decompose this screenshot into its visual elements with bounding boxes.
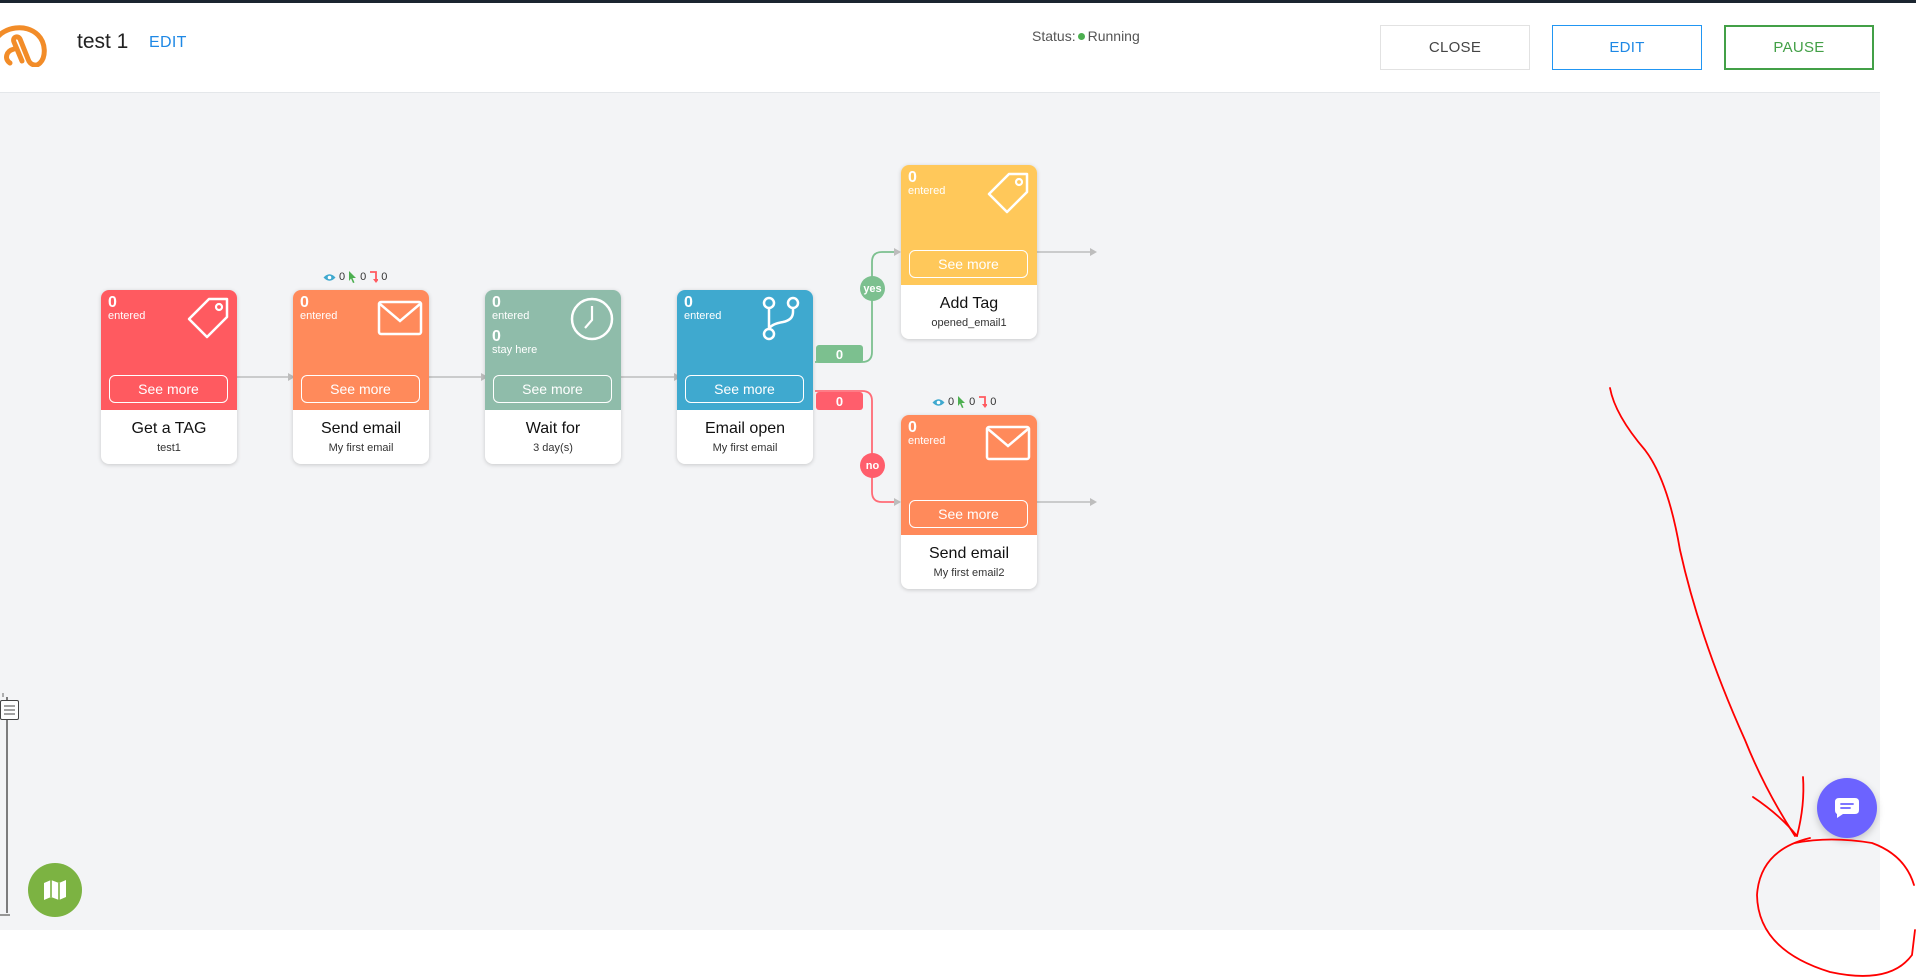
node-title: Wait for — [525, 420, 581, 437]
see-more-button[interactable]: See more — [493, 375, 612, 403]
status-value: Running — [1087, 28, 1140, 44]
node-header: 0 entered See more — [101, 290, 237, 410]
bounce-icon — [979, 396, 988, 408]
node-add-tag[interactable]: 0 entered See more Add Tag opened_email1 — [901, 165, 1037, 339]
node-subtitle: 3 day(s) — [533, 442, 573, 454]
zoom-slider-handle[interactable] — [0, 700, 19, 720]
pause-button[interactable]: PAUSE — [1724, 25, 1874, 70]
envelope-icon — [377, 300, 423, 336]
eye-icon — [932, 398, 945, 406]
node-header: 0 entered See more — [901, 415, 1037, 535]
zoom-slider-track[interactable] — [0, 693, 12, 918]
entered-count: 0 — [108, 294, 117, 311]
status-dot — [1077, 33, 1085, 41]
node-wait-for[interactable]: 0 entered 0 stay here See more Wait for … — [485, 290, 621, 464]
entered-label: entered — [492, 310, 530, 322]
yes-branch-label: yes — [860, 276, 885, 301]
node-title: Get a TAG — [131, 420, 207, 437]
entered-count: 0 — [492, 294, 501, 311]
bounces-count: 0 — [381, 271, 388, 283]
tag-icon — [187, 297, 229, 339]
email-stats: 0 0 0 — [932, 396, 996, 408]
entered-label: entered — [908, 435, 946, 447]
bounces-count: 0 — [990, 396, 997, 408]
entered-label: entered — [684, 310, 722, 322]
node-subtitle: My first email2 — [933, 567, 1005, 579]
branch-icon — [762, 296, 800, 341]
node-header: 0 entered See more — [293, 290, 429, 410]
stay-label: stay here — [492, 344, 538, 356]
status-indicator: Status: Running — [1032, 28, 1140, 44]
envelope-icon — [985, 425, 1031, 461]
node-send-email-2[interactable]: 0 entered See more Send email My first e… — [901, 415, 1037, 589]
entered-label: entered — [908, 185, 946, 197]
node-get-a-tag[interactable]: 0 entered See more Get a TAG test1 — [101, 290, 237, 464]
eye-icon — [323, 273, 336, 281]
opens-count: 0 — [339, 271, 346, 283]
node-title: Add Tag — [939, 295, 999, 312]
clock-icon — [570, 297, 614, 341]
stay-count: 0 — [492, 328, 501, 345]
node-subtitle: My first email — [328, 442, 394, 454]
node-header: 0 entered See more — [901, 165, 1037, 285]
node-header: 0 entered See more — [677, 290, 813, 410]
chat-icon — [1835, 798, 1859, 818]
no-branch-count: 0 — [816, 392, 863, 410]
see-more-button[interactable]: See more — [109, 375, 228, 403]
yes-branch-count: 0 — [816, 345, 863, 363]
bounce-icon — [370, 271, 379, 283]
node-title: Email open — [704, 420, 786, 437]
no-branch-label: no — [860, 453, 885, 478]
entered-count: 0 — [684, 294, 693, 311]
slider-grip-icon — [4, 705, 15, 715]
entered-count: 0 — [300, 294, 309, 311]
node-subtitle: test1 — [157, 442, 181, 454]
node-subtitle: opened_email1 — [931, 317, 1007, 329]
entered-label: entered — [300, 310, 338, 322]
node-title: Send email — [320, 420, 402, 437]
map-button[interactable] — [28, 863, 82, 917]
entered-count: 0 — [908, 169, 917, 186]
close-button[interactable]: CLOSE — [1380, 25, 1530, 70]
see-more-button[interactable]: See more — [909, 500, 1028, 528]
edit-button[interactable]: EDIT — [1552, 25, 1702, 70]
workflow-canvas[interactable]: 0 entered See more Get a TAG test1 0 0 0 — [0, 93, 1880, 930]
see-more-button[interactable]: See more — [909, 250, 1028, 278]
email-stats: 0 0 0 — [323, 271, 387, 283]
title-edit-link[interactable]: EDIT — [149, 34, 187, 52]
node-header: 0 entered 0 stay here See more — [485, 290, 621, 410]
brand-logo-icon[interactable] — [0, 25, 50, 67]
header: test 1 EDIT Status: Running CLOSE EDIT PA… — [0, 3, 1880, 93]
node-email-open[interactable]: 0 entered See more Email open My first e… — [677, 290, 813, 464]
map-icon — [44, 880, 66, 900]
page-title: test 1 — [77, 30, 129, 53]
clicks-count: 0 — [969, 396, 976, 408]
entered-count: 0 — [908, 419, 917, 436]
cursor-icon — [349, 271, 357, 283]
node-subtitle: My first email — [712, 442, 778, 454]
entered-label: entered — [108, 310, 146, 322]
opens-count: 0 — [948, 396, 955, 408]
see-more-button[interactable]: See more — [685, 375, 804, 403]
status-label: Status: — [1032, 28, 1076, 44]
node-title: Send email — [928, 545, 1010, 562]
cursor-icon — [958, 396, 966, 408]
see-more-button[interactable]: See more — [301, 375, 420, 403]
chat-button[interactable] — [1817, 778, 1877, 838]
node-send-email[interactable]: 0 entered See more Send email My first e… — [293, 290, 429, 464]
app-root: test 1 EDIT Status: Running CLOSE EDIT PA… — [0, 0, 1916, 979]
clicks-count: 0 — [360, 271, 367, 283]
tag-icon — [987, 172, 1029, 214]
